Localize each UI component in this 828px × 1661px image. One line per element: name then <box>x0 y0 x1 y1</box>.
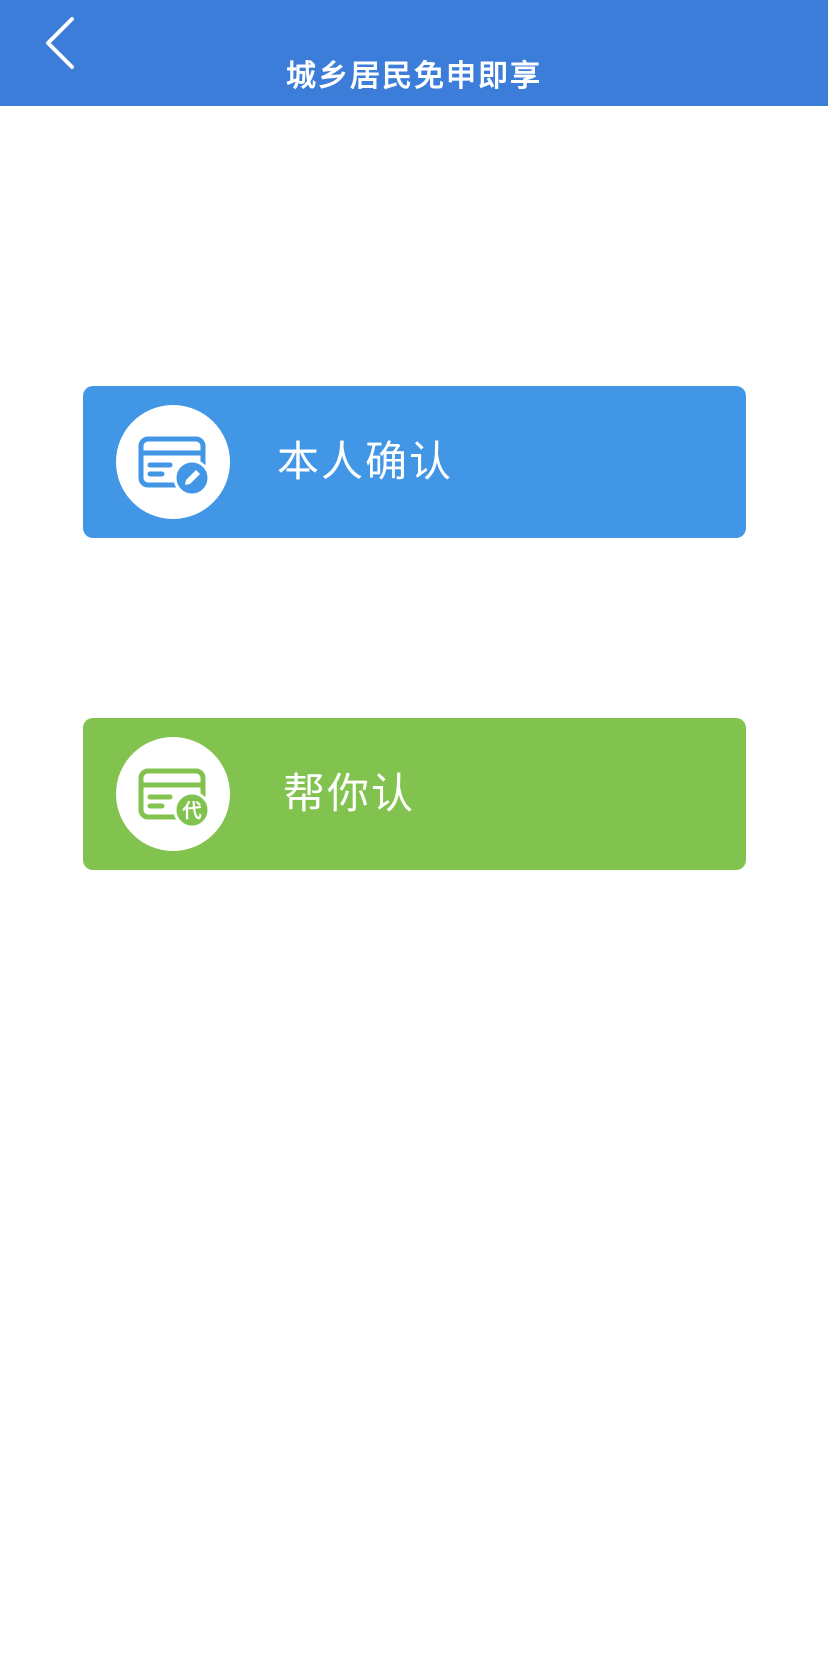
card-edit-icon <box>138 436 211 497</box>
icon-circle <box>116 405 230 519</box>
navigation-bar: 城乡居民免申即享 <box>0 0 828 106</box>
self-confirm-label: 本人确认 <box>277 437 454 486</box>
help-confirm-button[interactable]: 代 帮你认 <box>83 718 746 870</box>
help-confirm-label: 帮你认 <box>283 769 416 818</box>
card-proxy-icon: 代 <box>138 768 211 829</box>
self-confirm-button[interactable]: 本人确认 <box>83 386 746 538</box>
page-title: 城乡居民免申即享 <box>286 59 542 94</box>
icon-circle: 代 <box>116 737 230 851</box>
proxy-badge-text: 代 <box>181 800 201 822</box>
